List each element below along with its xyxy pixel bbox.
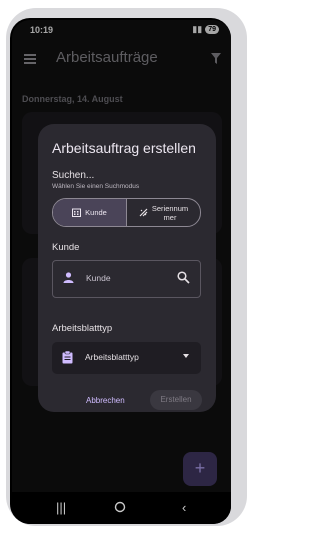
person-icon: [63, 272, 74, 283]
sheet-type-dropdown[interactable]: Arbeitsblatttyp: [52, 342, 201, 374]
back-icon[interactable]: ‹: [182, 500, 186, 515]
dialog-title: Arbeitsauftrag erstellen: [52, 140, 196, 156]
sheet-type-value: Arbeitsblatttyp: [85, 352, 139, 362]
customer-section-label: Kunde: [52, 242, 80, 253]
cancel-button[interactable]: Abbrechen: [86, 396, 125, 405]
barcode-icon: [139, 208, 148, 217]
mode-customer-button[interactable]: Kunde: [53, 199, 126, 226]
search-hint: Wählen Sie einen Suchmodus: [52, 183, 140, 190]
customer-placeholder: Kunde: [86, 273, 111, 283]
search-icon[interactable]: [177, 271, 190, 284]
sheet-type-section-label: Arbeitsblatttyp: [52, 323, 113, 334]
recents-icon[interactable]: |||: [56, 500, 66, 515]
mode-serial-button[interactable]: Seriennum mer: [127, 199, 200, 226]
create-button[interactable]: Erstellen: [150, 390, 202, 410]
customer-search-field[interactable]: Kunde: [52, 260, 201, 298]
search-label: Suchen...: [52, 170, 95, 181]
system-nav-bar: ||| ‹: [12, 492, 231, 524]
search-mode-toggle: Kunde Seriennum mer: [52, 198, 201, 227]
create-work-order-dialog: Arbeitsauftrag erstellen Suchen... Wähle…: [38, 124, 216, 412]
screen: 10:19 ▮▮ 79 Arbeitsaufträge Donnerstag, …: [12, 20, 231, 524]
add-icon: +: [194, 458, 206, 478]
add-button[interactable]: +: [183, 452, 217, 486]
dropdown-arrow-icon: [183, 354, 189, 358]
home-icon[interactable]: [114, 501, 126, 513]
building-icon: [72, 208, 82, 217]
mode-serial-label: Seriennum mer: [151, 203, 189, 222]
mode-customer-label: Kunde: [85, 208, 107, 217]
clipboard-icon: [62, 351, 73, 364]
